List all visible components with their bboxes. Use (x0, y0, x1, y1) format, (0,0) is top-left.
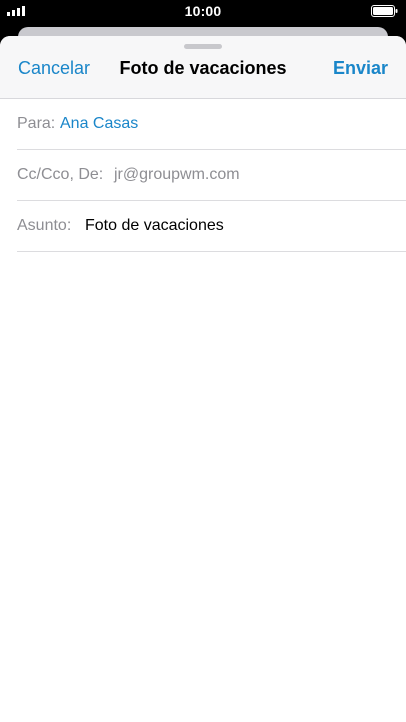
to-field[interactable]: Para: Ana Casas (17, 99, 406, 150)
cc-bcc-from-label: Cc/Cco, De: (17, 166, 104, 183)
subject-field[interactable]: Asunto: Foto de vacaciones (17, 201, 406, 252)
subject-label: Asunto: (17, 217, 72, 234)
subject-input[interactable]: Foto de vacaciones (85, 217, 224, 235)
sheet-grabber-handle[interactable] (184, 44, 222, 49)
compose-sheet: Cancelar Foto de vacaciones Enviar Para:… (0, 36, 406, 722)
send-button[interactable]: Enviar (333, 58, 388, 79)
from-address[interactable]: jr@groupwm.com (114, 166, 240, 184)
battery-full-icon (371, 5, 398, 17)
cc-bcc-from-field[interactable]: Cc/Cco, De: jr@groupwm.com (17, 150, 406, 201)
to-label: Para: (17, 115, 56, 132)
to-recipient[interactable]: Ana Casas (60, 115, 138, 133)
message-body[interactable] (0, 252, 406, 722)
status-bar: 10:00 (0, 0, 406, 24)
status-time: 10:00 (184, 3, 222, 19)
navigation-bar: Cancelar Foto de vacaciones Enviar (0, 36, 406, 99)
